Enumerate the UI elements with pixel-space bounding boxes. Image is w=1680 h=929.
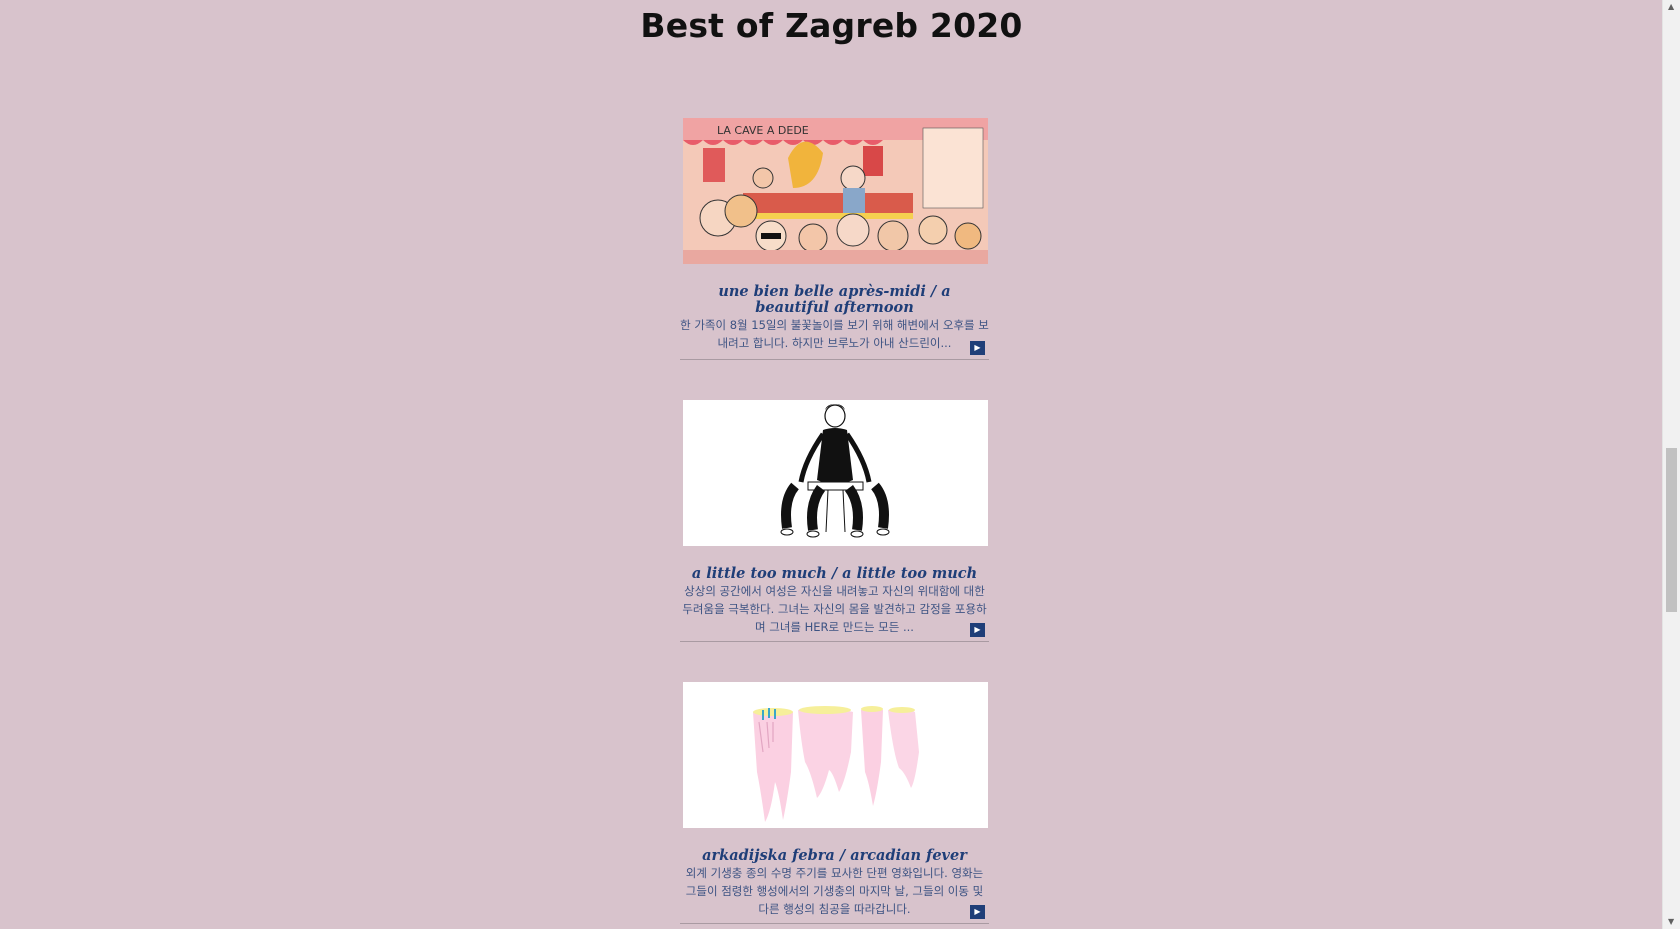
film-card: arkadijska febra / arcadian fever 외계 기생충… [680, 682, 989, 924]
film-card: LA CAVE A DEDE une bien belle après-midi… [680, 118, 989, 360]
film-thumbnail[interactable]: LA CAVE A DEDE [683, 118, 988, 264]
la-cave-a-dede-illustration: LA CAVE A DEDE [683, 118, 988, 264]
play-arrow-icon[interactable]: ▶ [970, 905, 985, 919]
film-description: 한 가족이 8월 15일의 불꽃놀이를 보기 위해 해변에서 오후를 보내려고 … [680, 318, 989, 350]
film-thumbnail[interactable] [683, 400, 988, 546]
film-description: 상상의 공간에서 여성은 자신을 내려놓고 자신의 위대함에 대한 두려움을 극… [682, 584, 987, 634]
film-title-link[interactable]: a little too much / a little too much [680, 566, 989, 582]
film-title-link[interactable]: arkadijska febra / arcadian fever [680, 848, 989, 864]
scroll-down-arrow-icon[interactable]: ▼ [1668, 918, 1674, 926]
play-arrow-icon[interactable]: ▶ [970, 341, 985, 355]
scroll-up-arrow-icon[interactable]: ▲ [1668, 3, 1674, 11]
page: Best of Zagreb 2020 LA CAVE A DEDE une b… [0, 0, 1680, 929]
svg-text:LA CAVE A DEDE: LA CAVE A DEDE [717, 124, 809, 137]
vertical-scrollbar[interactable]: ▲ ▼ [1662, 0, 1680, 929]
film-thumbnail[interactable] [683, 682, 988, 828]
film-list: LA CAVE A DEDE une bien belle après-midi… [680, 118, 989, 929]
pink-parasite-illustration [683, 682, 988, 828]
page-title: Best of Zagreb 2020 [640, 6, 1023, 45]
scrollbar-thumb[interactable] [1666, 448, 1677, 612]
film-description: 외계 기생충 종의 수명 주기를 묘사한 단편 영화입니다. 영화는 그들이 점… [685, 866, 984, 916]
woman-on-stool-illustration [683, 400, 988, 546]
play-arrow-icon[interactable]: ▶ [970, 623, 985, 637]
film-card: a little too much / a little too much 상상… [680, 400, 989, 642]
film-title-link[interactable]: une bien belle après-midi / a beautiful … [680, 284, 989, 316]
